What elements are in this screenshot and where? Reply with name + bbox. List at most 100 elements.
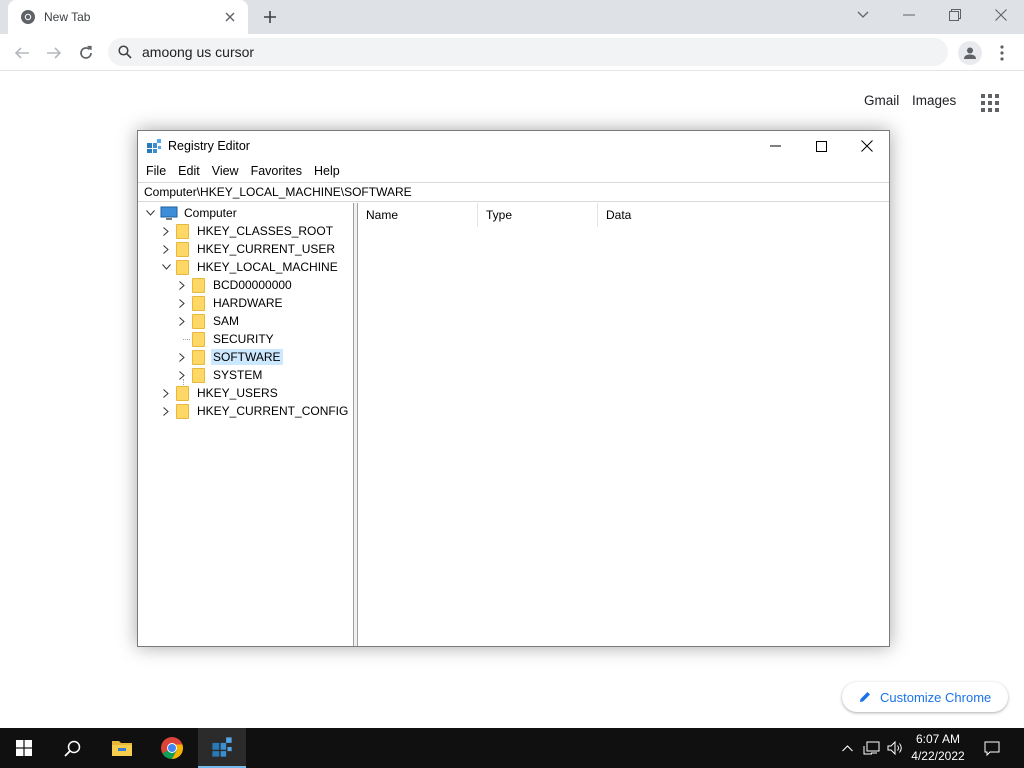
menu-view[interactable]: View <box>212 164 239 178</box>
folder-icon <box>176 259 189 275</box>
tree-node-hkey-users[interactable]: HKEY_USERS <box>160 384 280 402</box>
registry-tree-pane: Computer HKEY_CLASSES_ROOT HKEY_CURRENT_… <box>138 203 354 646</box>
regedit-minimize-icon[interactable] <box>752 131 798 161</box>
computer-icon <box>160 206 178 220</box>
tree-node-system[interactable]: SYSTEM <box>176 366 264 384</box>
clock-date: 4/22/2022 <box>911 749 965 763</box>
regedit-app-icon <box>212 737 232 757</box>
tree-node-computer[interactable]: Computer <box>144 204 239 222</box>
tab-close-icon[interactable] <box>222 9 238 25</box>
forward-button[interactable] <box>41 40 67 66</box>
gmail-link[interactable]: Gmail <box>864 93 899 108</box>
tree-node-security[interactable]: SECURITY <box>176 330 276 348</box>
tree-node-hkey-current-user[interactable]: HKEY_CURRENT_USER <box>160 240 337 258</box>
registry-values-pane[interactable]: Name Type Data <box>358 203 889 646</box>
chevron-down-icon[interactable] <box>144 207 156 219</box>
chevron-right-icon[interactable] <box>176 351 188 363</box>
regedit-maximize-icon[interactable] <box>798 131 844 161</box>
forward-arrow-icon <box>47 47 62 59</box>
tree-node-hardware[interactable]: HARDWARE <box>176 294 285 312</box>
tree-node-hkey-current-config[interactable]: HKEY_CURRENT_CONFIG <box>160 402 350 420</box>
column-header-name[interactable]: Name <box>358 203 478 227</box>
folder-icon <box>192 313 205 329</box>
tree-node-hkey-classes-root[interactable]: HKEY_CLASSES_ROOT <box>160 222 335 240</box>
chrome-icon <box>21 10 35 24</box>
close-window-icon[interactable] <box>986 4 1016 26</box>
folder-icon <box>192 349 205 365</box>
omnibox-text: amoong us cursor <box>142 44 255 60</box>
menu-help[interactable]: Help <box>314 164 340 178</box>
chevron-right-icon[interactable] <box>176 369 188 381</box>
taskbar-registry-editor[interactable] <box>198 728 246 768</box>
reload-button[interactable] <box>73 40 99 66</box>
regedit-close-icon[interactable] <box>844 131 890 161</box>
action-center-icon[interactable] <box>980 728 1004 768</box>
tree-label: HKEY_USERS <box>197 386 278 400</box>
taskbar-file-explorer[interactable] <box>98 728 146 768</box>
tab-strip: New Tab <box>0 0 1024 34</box>
clock-time: 6:07 AM <box>915 732 961 746</box>
chevron-right-icon[interactable] <box>176 297 188 309</box>
omnibox[interactable]: amoong us cursor <box>108 38 948 66</box>
search-icon <box>63 740 80 757</box>
folder-icon <box>176 223 189 239</box>
folder-icon <box>176 385 189 401</box>
tree-label: HKEY_CLASSES_ROOT <box>197 224 334 238</box>
folder-icon <box>192 331 205 347</box>
minimize-icon[interactable] <box>894 4 924 26</box>
back-button[interactable] <box>9 40 35 66</box>
search-icon <box>118 45 132 59</box>
menu-edit[interactable]: Edit <box>178 164 200 178</box>
taskbar-search-button[interactable] <box>48 728 96 768</box>
menu-file[interactable]: File <box>146 164 166 178</box>
images-link[interactable]: Images <box>912 93 956 108</box>
chevron-right-icon[interactable] <box>160 225 172 237</box>
chrome-icon <box>161 737 183 759</box>
tree-label: HARDWARE <box>213 296 283 310</box>
tab-new-tab[interactable]: New Tab <box>8 0 248 34</box>
chevron-right-icon[interactable] <box>176 315 188 327</box>
taskbar-clock[interactable]: 6:07 AM 4/22/2022 <box>906 731 970 765</box>
chevron-right-icon[interactable] <box>176 279 188 291</box>
tree-label: BCD00000000 <box>213 278 292 292</box>
chevron-down-icon[interactable] <box>160 261 172 273</box>
tree-node-bcd00000000[interactable]: BCD00000000 <box>176 276 294 294</box>
google-apps-icon[interactable] <box>981 94 999 112</box>
regedit-address-bar[interactable]: Computer\HKEY_LOCAL_MACHINE\SOFTWARE <box>138 182 889 202</box>
start-button[interactable] <box>0 728 48 768</box>
reload-icon <box>80 45 92 59</box>
folder-icon <box>192 367 205 383</box>
tree-label: HKEY_CURRENT_USER <box>197 242 336 256</box>
back-arrow-icon <box>14 47 29 59</box>
tree-label: SAM <box>213 314 240 328</box>
file-explorer-icon <box>112 741 132 756</box>
tree-node-sam[interactable]: SAM <box>176 312 241 330</box>
column-header-data[interactable]: Data <box>598 203 888 227</box>
tree-label-computer: Computer <box>184 206 237 220</box>
registry-editor-titlebar[interactable]: Registry Editor <box>138 131 889 161</box>
chevron-right-icon[interactable] <box>160 387 172 399</box>
tree-node-hkey-local-machine[interactable]: HKEY_LOCAL_MACHINE <box>160 258 340 276</box>
customize-chrome-button[interactable]: Customize Chrome <box>842 682 1008 712</box>
profile-avatar-icon[interactable] <box>958 41 982 65</box>
chevron-right-icon[interactable] <box>160 405 172 417</box>
taskbar-chrome[interactable] <box>148 728 196 768</box>
browser-toolbar: amoong us cursor <box>0 34 1024 71</box>
tab-search-chevron-icon[interactable] <box>848 4 878 26</box>
column-header-type[interactable]: Type <box>478 203 598 227</box>
folder-icon <box>176 403 189 419</box>
chrome-menu-icon[interactable] <box>992 41 1012 65</box>
menu-favorites[interactable]: Favorites <box>251 164 302 178</box>
tree-node-software[interactable]: SOFTWARE <box>176 348 283 366</box>
network-icon[interactable] <box>860 728 882 768</box>
show-hidden-icons-chevron-icon[interactable] <box>838 728 856 768</box>
tree-label: HKEY_LOCAL_MACHINE <box>197 260 338 274</box>
tree-label-selected: SOFTWARE <box>211 349 283 365</box>
windows-logo-icon <box>16 740 32 756</box>
restore-icon[interactable] <box>940 4 970 26</box>
folder-icon <box>192 277 205 293</box>
chevron-right-icon[interactable] <box>160 243 172 255</box>
new-tab-button[interactable] <box>258 6 282 28</box>
volume-icon[interactable] <box>884 728 906 768</box>
